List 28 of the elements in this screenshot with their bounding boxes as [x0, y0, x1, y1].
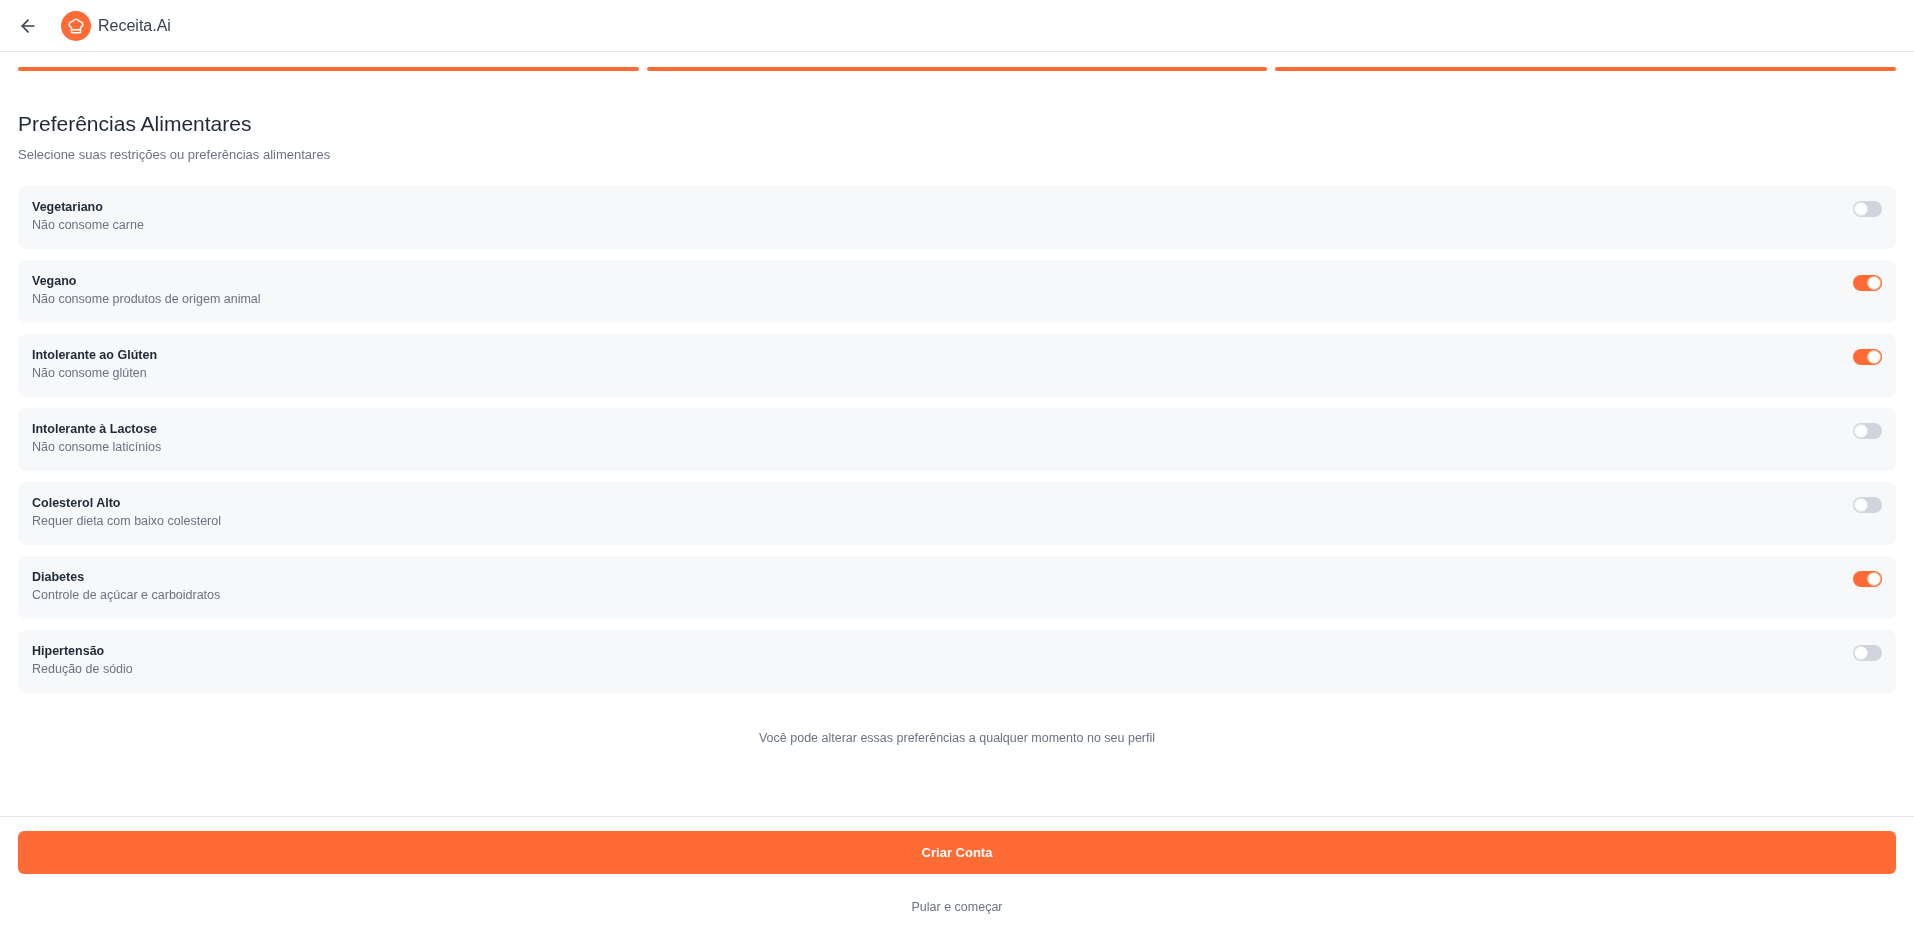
preference-label: Hipertensão [32, 643, 106, 660]
toggle-switch[interactable] [1853, 201, 1882, 217]
preference-label: Colesterol Alto [32, 495, 122, 512]
preference-description: Não consome produtos de origem animal [32, 291, 261, 308]
toggle-switch[interactable] [1853, 275, 1882, 291]
skip-link[interactable]: Pular e começar [911, 898, 1003, 916]
section-title: Preferências Alimentares [18, 111, 253, 137]
toggle-switch[interactable] [1853, 645, 1882, 661]
app-name: Receita.Ai [98, 16, 171, 35]
preference-description: Redução de sódio [32, 661, 133, 678]
preference-description: Não consome laticínios [32, 439, 162, 456]
toggle-switch[interactable] [1853, 423, 1882, 439]
toggle-switch[interactable] [1853, 497, 1882, 513]
preference-label: Diabetes [32, 569, 86, 586]
preference-description: Não consome carne [32, 217, 144, 234]
toggle-switch[interactable] [1853, 349, 1882, 365]
preference-description: Controle de açúcar e carboidratos [32, 587, 221, 604]
preference-label: Vegano [32, 273, 78, 290]
create-account-button[interactable]: Criar Conta [18, 831, 1896, 874]
preference-label: Intolerante ao Glúten [32, 347, 157, 364]
toggle-switch[interactable] [1853, 571, 1882, 587]
section-subtitle: Selecione suas restrições ou preferências alimentares [18, 146, 332, 164]
preference-description: Requer dieta com baixo colesterol [32, 513, 221, 530]
preference-label: Intolerante à Lactose [32, 421, 159, 438]
chef-hat-logo-icon [61, 10, 91, 41]
info-note: Você pode alterar essas preferências a qualquer momento no seu perfil [757, 730, 1157, 747]
preference-description: Não consome glúten [32, 365, 148, 382]
preference-label: Vegetariano [32, 199, 104, 216]
